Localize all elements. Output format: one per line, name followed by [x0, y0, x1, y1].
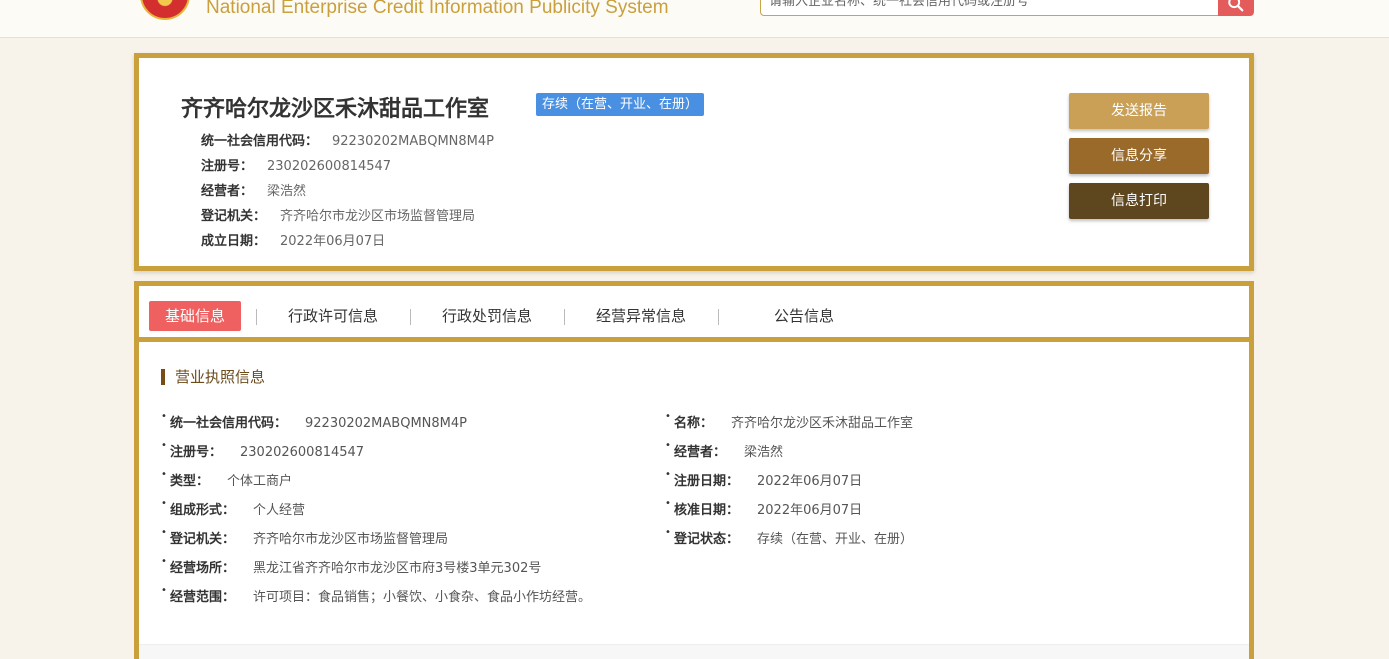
field-value: 2022年06月07日 [757, 503, 863, 518]
tab-announcements[interactable]: 公告信息 [774, 301, 834, 331]
field-reg-date: 注册日期： 2022年06月07日 [665, 469, 863, 489]
field-label: 经营范围： [170, 590, 236, 605]
tab-divider [564, 309, 565, 325]
summary-label: 登记机关： [201, 209, 267, 224]
field-label: 注册日期： [674, 474, 740, 489]
summary-label: 经营者： [201, 184, 254, 199]
field-label: 经营者： [674, 445, 727, 460]
search-button[interactable] [1218, 0, 1254, 16]
field-value: 个人经营 [253, 503, 306, 518]
field-reg-no: 注册号： 230202600814547 [161, 440, 365, 460]
summary-value: 92230202MABQMN8M4P [332, 134, 494, 149]
field-approval-date: 核准日期： 2022年06月07日 [665, 498, 863, 518]
field-operator: 经营者： 梁浩然 [665, 440, 784, 460]
field-label: 登记状态： [674, 532, 740, 547]
summary-label: 成立日期： [201, 234, 267, 249]
share-info-button[interactable]: 信息分享 [1069, 138, 1209, 174]
field-label: 名称： [674, 416, 714, 431]
section-title: 营业执照信息 [161, 369, 265, 385]
field-value: 230202600814547 [240, 445, 365, 460]
field-label: 经营场所： [170, 561, 236, 576]
field-value: 2022年06月07日 [757, 474, 863, 489]
field-credit-code: 统一社会信用代码： 92230202MABQMN8M4P [161, 411, 467, 431]
field-label: 注册号： [170, 445, 223, 460]
status-badge: 存续（在营、开业、在册） [536, 93, 705, 116]
summary-value: 2022年06月07日 [280, 234, 386, 249]
field-label: 核准日期： [674, 503, 740, 518]
summary-row-operator: 经营者： 梁浩然 [201, 180, 306, 199]
tab-divider [410, 309, 411, 325]
summary-value: 齐齐哈尔市龙沙区市场监督管理局 [280, 209, 476, 224]
summary-row-founded: 成立日期： 2022年06月07日 [201, 230, 385, 249]
summary-value: 梁浩然 [267, 184, 307, 199]
tab-abnormal-operation[interactable]: 经营异常信息 [596, 301, 686, 331]
field-value: 梁浩然 [744, 445, 784, 460]
tab-admin-penalty[interactable]: 行政处罚信息 [442, 301, 532, 331]
company-summary-card: 齐齐哈尔龙沙区禾沐甜品工作室 存续（在营、开业、在册） 统一社会信用代码： 922… [134, 53, 1254, 271]
field-premises: 经营场所： 黑龙江省齐齐哈尔市龙沙区市府3号楼3单元302号 [161, 556, 542, 576]
field-label: 类型： [170, 474, 210, 489]
company-name: 齐齐哈尔龙沙区禾沐甜品工作室 [181, 97, 490, 122]
send-report-button[interactable]: 发送报告 [1069, 93, 1209, 129]
search-input[interactable]: 请输入企业名称、统一社会信用代码或注册号 [760, 0, 1220, 16]
search-icon [1228, 0, 1244, 12]
detail-card: 基础信息 行政许可信息 行政处罚信息 经营异常信息 公告信息 营业执照信息 统一… [134, 281, 1254, 659]
field-business-scope: 经营范围： 许可项目：食品销售；小餐饮、小食杂、食品小作坊经营。 [161, 585, 592, 605]
summary-label: 统一社会信用代码： [201, 134, 319, 149]
tab-divider [718, 309, 719, 325]
field-authority: 登记机关： 齐齐哈尔市龙沙区市场监督管理局 [161, 527, 449, 547]
field-value: 存续（在营、开业、在册） [757, 532, 914, 547]
field-name: 名称： 齐齐哈尔龙沙区禾沐甜品工作室 [665, 411, 914, 431]
field-label: 登记机关： [170, 532, 236, 547]
summary-value: 230202600814547 [267, 159, 392, 174]
site-title: National Enterprise Credit Information P… [206, 0, 669, 18]
summary-row-reg-no: 注册号： 230202600814547 [201, 155, 391, 174]
info-tabs: 基础信息 行政许可信息 行政处罚信息 经营异常信息 公告信息 [139, 286, 1249, 342]
field-label: 组成形式： [170, 503, 236, 518]
summary-label: 注册号： [201, 159, 254, 174]
field-value: 许可项目：食品销售；小餐饮、小食杂、食品小作坊经营。 [253, 590, 592, 605]
tab-divider [256, 309, 257, 325]
national-emblem-icon [140, 0, 190, 20]
field-composition: 组成形式： 个人经营 [161, 498, 306, 518]
site-header: National Enterprise Credit Information P… [0, 0, 1389, 38]
field-value: 黑龙江省齐齐哈尔市龙沙区市府3号楼3单元302号 [253, 561, 542, 576]
field-reg-status: 登记状态： 存续（在营、开业、在册） [665, 527, 914, 547]
field-value: 齐齐哈尔市龙沙区市场监督管理局 [253, 532, 449, 547]
summary-row-authority: 登记机关： 齐齐哈尔市龙沙区市场监督管理局 [201, 205, 475, 224]
summary-row-credit-code: 统一社会信用代码： 92230202MABQMN8M4P [201, 130, 494, 149]
field-value: 个体工商户 [227, 474, 293, 489]
field-label: 统一社会信用代码： [170, 416, 288, 431]
field-value: 92230202MABQMN8M4P [305, 416, 467, 431]
print-info-button[interactable]: 信息打印 [1069, 183, 1209, 219]
next-section-strip [139, 644, 1249, 659]
tab-admin-license[interactable]: 行政许可信息 [288, 301, 378, 331]
tab-basic-info[interactable]: 基础信息 [149, 301, 242, 331]
field-value: 齐齐哈尔龙沙区禾沐甜品工作室 [731, 416, 914, 431]
field-type: 类型： 个体工商户 [161, 469, 293, 489]
